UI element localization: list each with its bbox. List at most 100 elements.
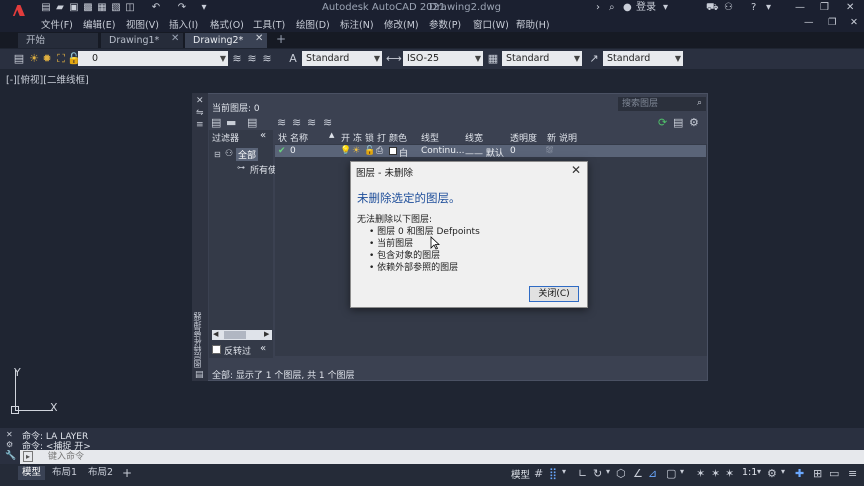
table-style-icon[interactable]: ▦ — [486, 51, 500, 66]
command-input[interactable]: 键入命令 — [20, 450, 864, 464]
clean-screen-icon[interactable]: ▭ — [829, 467, 839, 480]
palette-settings-icon[interactable]: ▤ — [195, 370, 204, 380]
col-on[interactable]: 开 — [341, 131, 350, 144]
osnap-box-icon[interactable]: ▢ — [666, 467, 676, 480]
new-layer-icon[interactable]: ≋ — [277, 116, 286, 129]
login-dropdown-icon[interactable]: ▾ — [663, 1, 668, 15]
col-freeze[interactable]: 冻 — [353, 131, 362, 144]
grid-icon[interactable]: # — [534, 467, 543, 480]
layer-properties-icon[interactable]: ▤ — [12, 51, 26, 66]
layer-states-icon[interactable]: ▤ — [247, 116, 257, 129]
snap-dropdown-icon[interactable]: ▾ — [562, 467, 566, 476]
col-linetype[interactable]: 线型 — [421, 131, 439, 144]
object-snap-tracking-icon[interactable]: ∠ — [633, 467, 643, 480]
model-space-button[interactable]: 模型 — [511, 467, 530, 481]
layout-tab-1[interactable]: 布局1 — [48, 466, 81, 480]
layer-on-icon[interactable]: ☀ — [27, 51, 41, 66]
save-as-icon[interactable]: ▩ — [82, 1, 94, 14]
menu-close-icon[interactable]: ✕ — [850, 17, 858, 28]
mleader-style-dropdown[interactable]: Standard ▼ — [603, 51, 683, 66]
text-style-dropdown[interactable]: Standard ▼ — [302, 51, 382, 66]
command-settings-icon[interactable]: ⚙ — [6, 440, 13, 449]
menu-insert[interactable]: 插入(I) — [169, 17, 198, 31]
text-style-icon[interactable]: A — [286, 51, 300, 66]
layer-name[interactable]: 0 — [290, 146, 296, 156]
palette-close-icon[interactable]: ✕ — [196, 96, 204, 106]
scale-value[interactable]: 1:1 — [742, 467, 757, 478]
table-style-dropdown[interactable]: Standard ▼ — [502, 51, 582, 66]
new-layout-icon[interactable]: + — [118, 466, 136, 480]
mleader-style-icon[interactable]: ↗ — [587, 51, 601, 66]
menu-view[interactable]: 视图(V) — [126, 17, 159, 31]
new-tab-icon[interactable]: + — [276, 32, 286, 46]
search-dropdown-icon[interactable]: › — [596, 1, 600, 15]
search-icon[interactable]: ⌕ — [609, 1, 615, 15]
layer-thaw-icon[interactable]: ✹ — [40, 51, 54, 66]
customization-icon[interactable]: ≡ — [848, 467, 857, 480]
dim-style-icon[interactable]: ⟷ — [386, 51, 402, 66]
set-current-icon[interactable]: ≋ — [323, 116, 332, 129]
gear-icon[interactable]: ⚙ — [689, 116, 699, 129]
workspace-dropdown-icon[interactable]: ▾ — [781, 467, 785, 476]
workspace-gear-icon[interactable]: ⚙ — [767, 467, 777, 480]
ortho-icon[interactable]: ∟ — [578, 467, 587, 480]
minimize-icon[interactable]: — — [795, 1, 805, 15]
layer-lineweight[interactable]: —— 默认 — [465, 146, 504, 159]
match-layer-icon[interactable]: ≋ — [245, 51, 259, 66]
printer-icon[interactable]: ⎙ — [376, 146, 383, 156]
layer-search-input[interactable]: 搜索图层 — [618, 97, 706, 111]
layer-transparency[interactable]: 0 — [510, 146, 516, 156]
restore-icon[interactable]: ❐ — [820, 1, 829, 15]
menu-dimension[interactable]: 标注(N) — [340, 17, 374, 31]
new-group-filter-icon[interactable]: ▬ — [226, 116, 236, 129]
customize-dropdown-icon[interactable]: ▾ — [198, 1, 210, 14]
hardware-acceleration-icon[interactable]: ⊞ — [813, 467, 822, 480]
exchange-icon[interactable]: ⚇ — [724, 1, 733, 15]
help-dropdown-icon[interactable]: ▾ — [766, 1, 771, 15]
col-description[interactable]: 说明 — [559, 131, 577, 144]
menu-window[interactable]: 窗口(W) — [473, 17, 509, 31]
layout-tab-2[interactable]: 布局2 — [84, 466, 117, 480]
dim-style-dropdown[interactable]: ISO-25 ▼ — [403, 51, 483, 66]
annotation-visibility-icon[interactable]: ✶ — [696, 467, 705, 480]
close-icon[interactable]: ✕ — [571, 163, 581, 177]
col-new-vp-freeze[interactable]: 新 — [547, 131, 556, 144]
menu-restore-icon[interactable]: ❐ — [828, 17, 837, 28]
command-wrench-icon[interactable]: 🔧 — [5, 451, 16, 461]
save-icon[interactable]: ▣ — [68, 1, 80, 14]
col-color[interactable]: 颜色 — [389, 131, 407, 144]
lightbulb-icon[interactable]: 💡 — [340, 146, 351, 156]
scroll-left-icon[interactable]: ◀ — [213, 330, 218, 338]
polar-icon[interactable]: ↻ — [593, 467, 602, 480]
palette-autohide-icon[interactable]: ⇋ — [196, 108, 204, 118]
layer-linetype[interactable]: Continu... — [421, 146, 465, 156]
close-button[interactable]: 关闭(C) — [529, 286, 579, 302]
menu-parametric[interactable]: 参数(P) — [429, 17, 461, 31]
user-icon[interactable]: ● — [623, 1, 632, 15]
menu-help[interactable]: 帮助(H) — [516, 17, 550, 31]
menu-draw[interactable]: 绘图(D) — [296, 17, 330, 31]
osnap-dropdown-icon[interactable]: ▾ — [680, 467, 684, 476]
delete-layer-icon[interactable]: ≋ — [307, 116, 316, 129]
print-icon[interactable]: ▧ — [110, 1, 122, 14]
scale-dropdown-icon[interactable]: ▾ — [757, 467, 761, 476]
polar-dropdown-icon[interactable]: ▾ — [606, 467, 610, 476]
sun-icon[interactable]: ☀ — [352, 146, 360, 156]
undo-icon[interactable]: ↶ — [150, 1, 162, 14]
layer-viewport-icon[interactable]: ⛶ — [54, 51, 68, 66]
layout-tab-model[interactable]: 模型 — [18, 466, 46, 480]
previous-layer-icon[interactable]: ≋ — [260, 51, 274, 66]
help-icon[interactable]: ? — [751, 1, 756, 15]
col-plot[interactable]: 打 — [377, 131, 386, 144]
redo-icon[interactable]: ↷ — [176, 1, 188, 14]
isodraft-icon[interactable]: ⬡ — [616, 467, 626, 480]
invert-filter-checkbox[interactable] — [212, 345, 221, 354]
refresh-icon[interactable]: ⟳ — [658, 116, 667, 129]
layer-dropdown[interactable]: 0 ▼ — [78, 51, 228, 66]
snap-icon[interactable]: ⣿ — [549, 467, 557, 480]
collapse-filters-bottom-icon[interactable]: « — [260, 343, 266, 354]
viewport-controls[interactable]: [-][俯视][二维线框] — [6, 72, 89, 86]
col-lock[interactable]: 锁 — [365, 131, 374, 144]
new-vp-freeze-icon[interactable]: ⛆ — [546, 146, 553, 156]
close-window-icon[interactable]: ✕ — [846, 1, 854, 15]
